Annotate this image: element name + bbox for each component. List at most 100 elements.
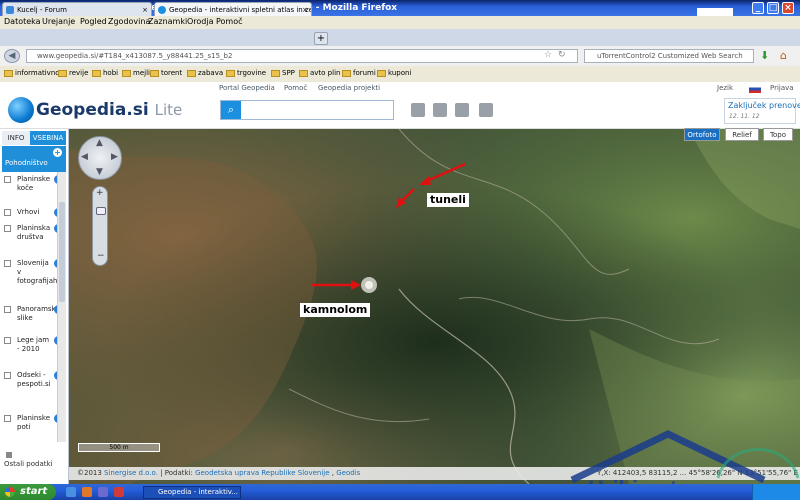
web-search-input[interactable]: uTorrentControl2 Customized Web Search — [584, 49, 754, 63]
close-button[interactable]: × — [782, 2, 794, 14]
firefox-quicklaunch-icon[interactable] — [82, 487, 92, 497]
bookmark-folder[interactable]: torent — [150, 69, 182, 77]
tab-label: Kucelj - Forum — [17, 6, 67, 14]
zoom-slider[interactable]: + − — [92, 186, 108, 266]
bookmark-folder[interactable]: hobi — [92, 69, 118, 77]
layer-checkbox[interactable] — [4, 209, 11, 216]
zoom-in-icon[interactable]: + — [96, 188, 104, 198]
link-gurs[interactable]: Geodetska uprava Republike Slovenije — [195, 469, 329, 477]
layer-item[interactable]: Odseki - pespoti.si i — [4, 371, 64, 411]
collapse-icon[interactable] — [6, 452, 12, 458]
link-geodis[interactable]: Geodis — [336, 469, 360, 477]
layer-label: Planinske poti — [17, 414, 51, 431]
news-box[interactable]: Zaključek prenove 12. 11. 12 — [724, 98, 800, 124]
layer-checkbox[interactable] — [4, 225, 11, 232]
url-bar[interactable]: www.geopedia.si/#T184_x413087.5_y88441.2… — [26, 49, 578, 63]
layer-label: Vrhovi — [17, 208, 40, 216]
pan-up-icon[interactable]: ▲ — [96, 138, 103, 148]
bookmark-folder[interactable]: avto plin — [299, 69, 340, 77]
login-link[interactable]: Prijava — [770, 84, 794, 92]
layer-checkbox[interactable] — [4, 306, 11, 313]
menu-urejanje[interactable]: Urejanje — [42, 17, 75, 26]
tab-kucelj[interactable]: Kucelj - Forum × — [2, 2, 152, 16]
menu-zaznamki[interactable]: Zaznamki — [148, 17, 187, 26]
minimize-button[interactable]: _ — [752, 2, 764, 14]
bookmark-folder[interactable]: kuponi — [377, 69, 411, 77]
layer-item[interactable]: Planinske koče i — [4, 175, 64, 205]
system-tray — [752, 484, 800, 500]
pan-control[interactable]: ▲ ▼ ◀ ▶ — [78, 136, 122, 180]
ie-icon[interactable] — [66, 487, 76, 497]
category-header[interactable]: Pohodništvo + — [2, 146, 66, 172]
bookmark-folder[interactable]: informativno — [4, 69, 60, 77]
map-search-input[interactable]: ⌕ — [220, 100, 394, 120]
toggle-relief[interactable]: Relief — [725, 128, 759, 141]
reload-icon[interactable]: ↻ — [558, 50, 566, 60]
bookmark-folder[interactable]: forumi — [342, 69, 376, 77]
menu-pomoc[interactable]: Pomoč — [216, 17, 243, 26]
layer-checkbox[interactable] — [4, 372, 11, 379]
layer-label: Lege jam - 2010 — [17, 336, 50, 353]
media-icon[interactable] — [98, 487, 108, 497]
tab-geopedia[interactable]: Geopedia - interaktivni spletni atlas in… — [154, 2, 312, 16]
scroll-thumb[interactable] — [59, 202, 65, 302]
new-tab-button[interactable]: + — [314, 32, 328, 45]
menu-pogled[interactable]: Pogled — [80, 17, 107, 26]
toggle-topo[interactable]: Topo — [763, 128, 793, 141]
link-portal-geopedia[interactable]: Portal Geopedia — [219, 84, 275, 92]
url-text: www.geopedia.si/#T184_x413087.5_y88441.2… — [37, 52, 233, 60]
zoom-out-icon[interactable]: − — [97, 251, 105, 261]
layer-checkbox[interactable] — [4, 260, 11, 267]
taskbar-item-geopedia[interactable]: Geopedia - interaktiv... — [143, 486, 241, 499]
geopedia-logo[interactable]: Geopedia.si Lite — [36, 100, 182, 120]
bookmark-folder[interactable]: SPP — [271, 69, 295, 77]
bookmark-folder[interactable]: mejli — [122, 69, 150, 77]
scale-bar: 500 m — [78, 443, 160, 452]
app-icon[interactable] — [114, 487, 124, 497]
slovenia-flag-icon[interactable] — [749, 85, 761, 93]
link-sinergise[interactable]: Sinergise d.o.o. — [104, 469, 158, 477]
layer-item[interactable]: Panoramske slike i — [4, 305, 64, 333]
tab-vsebina[interactable]: VSEBINA — [30, 131, 66, 145]
home-icon[interactable]: ⌂ — [780, 49, 787, 62]
close-tab-icon[interactable]: × — [302, 3, 308, 16]
bookmark-star-icon[interactable]: ☆ — [544, 50, 552, 60]
menu-datoteka[interactable]: Datoteka — [4, 17, 41, 26]
layer-checkbox[interactable] — [4, 415, 11, 422]
print-icon[interactable] — [411, 103, 425, 117]
pan-left-icon[interactable]: ◀ — [81, 152, 88, 162]
bookmark-folder[interactable]: trgovine — [226, 69, 266, 77]
layer-item[interactable]: Planinske poti i — [4, 414, 64, 444]
layer-item[interactable]: Planinska društva i — [4, 224, 64, 256]
download-icon[interactable]: ⬇ — [760, 49, 769, 62]
bookmark-folder[interactable]: zabava — [187, 69, 223, 77]
menu-orodja[interactable]: Orodja — [187, 17, 214, 26]
search-icon[interactable]: ⌕ — [221, 101, 241, 119]
other-data-label[interactable]: Ostali podatki — [4, 460, 53, 468]
close-tab-icon[interactable]: × — [142, 3, 148, 16]
sidebar-scrollbar[interactable] — [57, 172, 66, 442]
layer-checkbox[interactable] — [4, 337, 11, 344]
pan-down-icon[interactable]: ▼ — [96, 167, 103, 177]
zoom-handle[interactable] — [96, 207, 106, 215]
maximize-button[interactable]: □ — [767, 2, 779, 14]
toggle-ortofoto[interactable]: Ortofoto — [684, 128, 720, 141]
layer-item[interactable]: Lege jam - 2010 i — [4, 336, 64, 368]
geopedia-favicon-icon — [158, 6, 166, 14]
camera-icon[interactable] — [433, 103, 447, 117]
car-icon[interactable] — [455, 103, 469, 117]
layer-checkbox[interactable] — [4, 176, 11, 183]
start-button[interactable]: start — [0, 484, 56, 500]
link-geopedia-projekti[interactable]: Geopedia projekti — [318, 84, 380, 92]
bookmark-folder[interactable]: revije — [58, 69, 88, 77]
add-icon[interactable]: + — [53, 148, 62, 157]
layer-label: Planinska društva — [17, 224, 51, 241]
tools-icon[interactable] — [479, 103, 493, 117]
link-pomoc[interactable]: Pomoč — [284, 84, 307, 92]
geopedia-logo-icon[interactable] — [8, 97, 34, 123]
back-button[interactable]: ◀ — [4, 49, 20, 63]
pan-right-icon[interactable]: ▶ — [111, 152, 118, 162]
menu-zgodovina[interactable]: Zgodovina — [108, 17, 150, 26]
tab-info[interactable]: INFO — [2, 131, 30, 145]
layer-item[interactable]: Slovenija v fotografijah i — [4, 259, 64, 299]
